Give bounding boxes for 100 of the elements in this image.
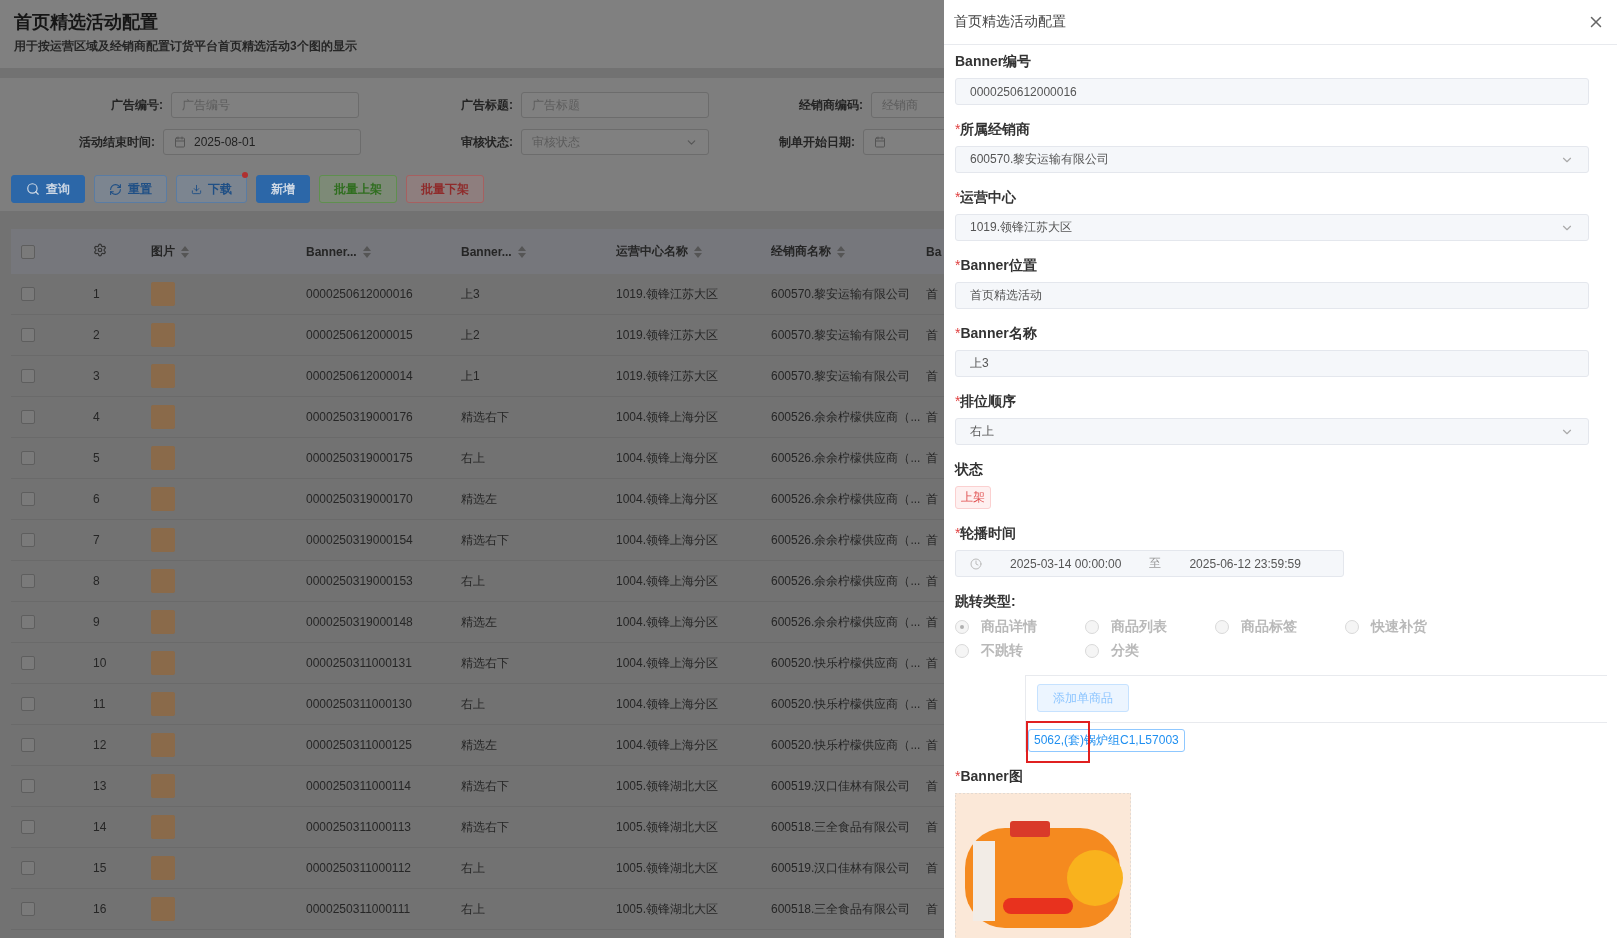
form-label: 状态 (955, 461, 984, 479)
radio-option[interactable]: 快速补货 (1345, 618, 1475, 636)
row-index: 10 (92, 656, 108, 670)
photo-placeholder (151, 774, 175, 798)
table-cell-text: 600526.余余柠檬供应商（... (771, 449, 922, 467)
filter-label: 广告标题: (460, 96, 514, 114)
select-field[interactable]: 600570.黎安运输有限公司 (955, 146, 1589, 173)
table-cell-text: 0000250311000125 (306, 738, 413, 752)
sort-icon[interactable] (694, 245, 702, 258)
table-cell-text: 1005.领锋湖北大区 (616, 818, 720, 836)
row-checkbox[interactable] (21, 287, 35, 301)
filter-label: 制单开始日期: (778, 133, 856, 151)
select-all-checkbox[interactable] (21, 244, 35, 259)
sort-icon[interactable] (362, 245, 371, 258)
table-cell-text: 首 (926, 326, 939, 344)
calendar-icon (174, 136, 186, 148)
radio-option[interactable]: 商品标签 (1215, 618, 1345, 636)
table-cell-text: 1005.领锋湖北大区 (616, 900, 720, 918)
table-cell-text: 1019.领锋江苏大区 (616, 326, 720, 344)
radio-option[interactable]: 不跳转 (955, 642, 1085, 660)
table-cell-text: 首 (926, 859, 939, 877)
table-cell-text: 首 (926, 449, 939, 467)
input-field[interactable]: 首页精选活动 (955, 282, 1589, 309)
table-cell-text: 600520.快乐柠檬供应商（... (771, 654, 922, 672)
row-checkbox[interactable] (21, 738, 35, 752)
table-cell-text: 0000250311000114 (306, 779, 412, 793)
refresh-icon (109, 182, 122, 196)
input-field[interactable]: 0000250612000016 (955, 78, 1589, 105)
row-checkbox[interactable] (21, 615, 35, 629)
row-checkbox[interactable] (21, 328, 35, 342)
table-cell-text: 0000250319000154 (306, 533, 414, 547)
date-range-field[interactable]: 2025-03-14 00:00:00 至 2025-06-12 23:59:59 (955, 550, 1344, 577)
sort-icon[interactable] (517, 245, 526, 258)
toolbar-button[interactable]: 批量下架 (406, 175, 484, 203)
form-label: *Banner名称 (955, 325, 1038, 343)
input-field[interactable]: 上3 (955, 350, 1589, 377)
column-header: 运营中心名称 (616, 243, 688, 260)
row-checkbox[interactable] (21, 820, 35, 834)
form-label: 跳转类型: (955, 593, 1017, 611)
form-label: *排位顺序 (955, 393, 1018, 411)
row-checkbox[interactable] (21, 492, 35, 506)
column-header: 图片 (151, 243, 175, 260)
page-title: 首页精选活动配置 (14, 11, 159, 34)
toolbar-button[interactable]: 重置 (94, 175, 167, 203)
sort-icon[interactable] (181, 245, 189, 258)
table-cell-text: 600526.余余柠檬供应商（... (771, 490, 922, 508)
row-checkbox[interactable] (21, 451, 35, 465)
toolbar-button[interactable]: 下载 (176, 175, 247, 203)
radio-option[interactable]: 商品详情 (955, 618, 1085, 636)
row-index: 16 (92, 902, 108, 916)
toolbar-button[interactable]: 查询 (11, 175, 85, 203)
table-cell-text: 精选右下 (461, 777, 510, 795)
row-checkbox[interactable] (21, 861, 35, 875)
table-cell-text: 首 (926, 695, 939, 713)
filter-label: 经销商编码: (798, 96, 864, 114)
column-header: Banner... (461, 244, 512, 259)
radio-option[interactable]: 商品列表 (1085, 618, 1215, 636)
table-cell-text: 600526.余余柠檬供应商（... (771, 531, 922, 549)
date-field[interactable]: 2025-08-01 (163, 129, 361, 155)
form-label: *所属经销商 (955, 121, 1032, 139)
table-cell-text: 首 (926, 654, 939, 672)
select-field[interactable]: 右上 (955, 418, 1589, 445)
table-cell-text: 首 (926, 777, 939, 795)
column-header: Ba (926, 244, 942, 259)
table-cell-text: 精选左 (461, 490, 498, 508)
table-cell-text: 600520.快乐柠檬供应商（... (771, 736, 922, 754)
table-cell-text: 1019.领锋江苏大区 (616, 367, 720, 385)
form-label: Banner编号 (955, 53, 1033, 71)
row-checkbox[interactable] (21, 369, 35, 383)
row-checkbox[interactable] (21, 410, 35, 424)
table-cell-text: 首 (926, 572, 939, 590)
table-cell-text: 600526.余余柠檬供应商（... (771, 613, 922, 631)
add-product-button[interactable]: 添加单商品 (1037, 684, 1129, 712)
table-cell-text: 600518.三全食品有限公司 (771, 818, 912, 836)
sort-icon[interactable] (837, 245, 845, 258)
row-index: 7 (92, 533, 101, 547)
row-checkbox[interactable] (21, 697, 35, 711)
toolbar-button[interactable]: 批量上架 (319, 175, 397, 203)
table-cell-text: 0000250319000153 (306, 574, 414, 588)
filter-label: 审核状态: (460, 133, 514, 151)
table-cell-text: 0000250612000016 (306, 287, 414, 301)
row-index: 5 (92, 451, 101, 465)
toolbar-button[interactable]: 新增 (256, 175, 310, 203)
row-checkbox[interactable] (21, 574, 35, 588)
table-cell-text: 0000250311000111 (306, 902, 412, 916)
table-cell-text: 1005.领锋湖北大区 (616, 859, 720, 877)
filter-label: 活动结束时间: (78, 133, 156, 151)
settings-icon[interactable] (93, 242, 107, 257)
photo-placeholder (151, 733, 175, 757)
table-cell-text: 600519.汉口佳林有限公司 (771, 859, 912, 877)
table-cell-text: 精选右下 (461, 408, 510, 426)
select-field[interactable]: 1019.领锋江苏大区 (955, 214, 1589, 241)
row-checkbox[interactable] (21, 533, 35, 547)
photo-placeholder (151, 282, 175, 306)
row-checkbox[interactable] (21, 902, 35, 916)
row-checkbox[interactable] (21, 779, 35, 793)
row-checkbox[interactable] (21, 656, 35, 670)
radio-option[interactable]: 分类 (1085, 642, 1215, 660)
row-index: 6 (92, 492, 101, 506)
table-cell-text: 首 (926, 900, 939, 918)
